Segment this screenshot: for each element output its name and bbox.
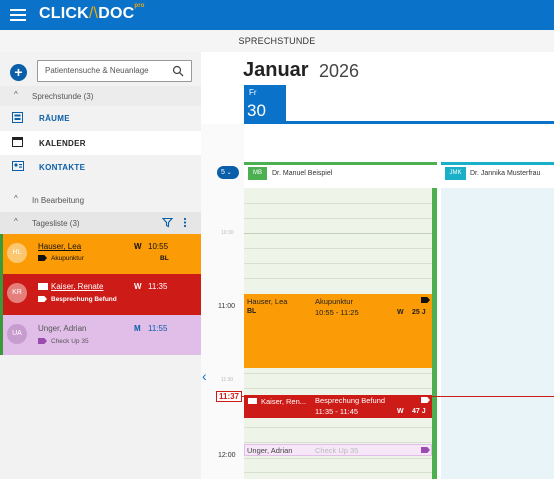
chevron-up-icon: ^ bbox=[14, 217, 18, 226]
card-id-icon bbox=[248, 398, 257, 404]
column-mb-edge bbox=[432, 188, 437, 479]
card-status-bar bbox=[0, 234, 3, 274]
avatar: KR bbox=[7, 283, 27, 303]
card-desc: Besprechung Befund bbox=[51, 296, 117, 303]
month-label: Januar bbox=[243, 59, 309, 81]
menu-icon[interactable] bbox=[10, 7, 26, 23]
sidebar-item-raeume[interactable] bbox=[0, 107, 201, 131]
gridline bbox=[244, 373, 432, 374]
column-initials: MB bbox=[248, 167, 267, 180]
time-label: 11:00 bbox=[218, 303, 235, 310]
chevron-up-icon: ^ bbox=[14, 90, 18, 99]
card-badge: M bbox=[134, 324, 141, 333]
appointment-range: 11:35 - 11:45 bbox=[315, 407, 359, 416]
gridline bbox=[244, 263, 432, 264]
appointment-type: Akupunktur bbox=[315, 297, 353, 306]
more-vertical-icon[interactable] bbox=[182, 217, 188, 228]
section-sprechstunde-label: Sprechstunde (3) bbox=[32, 92, 94, 101]
card-patient-name[interactable]: Kaiser, Renate bbox=[51, 282, 103, 291]
day-abbr: Fr bbox=[249, 88, 257, 97]
gridline bbox=[244, 472, 432, 473]
year-label: 2026 bbox=[319, 61, 360, 81]
column-initials: JMK bbox=[445, 167, 466, 180]
sidebar-item-label: KONTAKTE bbox=[39, 163, 86, 172]
card-badge: W bbox=[134, 242, 142, 251]
column-jmk[interactable] bbox=[441, 162, 554, 479]
days-dropdown[interactable]: 5 ⌄ bbox=[217, 166, 239, 179]
appointment-age: 47 J bbox=[412, 408, 426, 415]
time-label: 11:30 bbox=[221, 377, 234, 383]
gridline bbox=[244, 233, 432, 234]
appointment-name: Unger, Adrian bbox=[247, 446, 293, 455]
current-time-badge: 11:37 bbox=[216, 391, 242, 402]
gridline bbox=[244, 218, 432, 219]
gridline bbox=[244, 203, 432, 204]
add-patient-button[interactable]: + bbox=[10, 64, 27, 81]
card-status-bar bbox=[0, 315, 3, 355]
gridline bbox=[244, 458, 432, 459]
filter-icon[interactable] bbox=[162, 217, 173, 228]
card-time: 11:35 bbox=[148, 282, 168, 291]
sidebar-item-label: RÄUME bbox=[39, 114, 70, 123]
card-status-bar bbox=[0, 274, 3, 315]
gridline bbox=[244, 388, 432, 389]
appointment-code: BL bbox=[247, 308, 257, 315]
collapse-sidebar-icon[interactable]: ‹ bbox=[202, 368, 207, 384]
day-number: 30 bbox=[247, 101, 266, 120]
gridline bbox=[244, 427, 432, 428]
gridline bbox=[244, 442, 432, 443]
card-patient-name[interactable]: Hauser, Lea bbox=[38, 242, 81, 251]
card-id-icon bbox=[38, 283, 48, 290]
chevron-up-icon: ^ bbox=[14, 194, 18, 203]
gridline bbox=[244, 248, 432, 249]
page-title: SPRECHSTUNDE bbox=[238, 36, 316, 46]
contacts-icon bbox=[12, 161, 24, 171]
card-badge: W bbox=[134, 282, 142, 291]
search-placeholder: Patientensuche & Neuanlage bbox=[45, 66, 149, 75]
appointment-age: 25 J bbox=[412, 309, 426, 316]
column-doctor-name: Dr. Manuel Beispiel bbox=[272, 170, 333, 177]
patient-card-hauser[interactable] bbox=[0, 234, 201, 274]
section-in-bearbeitung[interactable] bbox=[0, 190, 201, 210]
card-code: BL bbox=[160, 255, 169, 262]
avatar: UA bbox=[7, 324, 27, 344]
avatar: HL bbox=[7, 243, 27, 263]
appointment-badge: W bbox=[397, 408, 404, 415]
app-logo: CLICK/\DOCpro bbox=[39, 3, 145, 22]
card-desc: Check Up 35 bbox=[51, 338, 89, 345]
section-bearbeitung-label: In Bearbeitung bbox=[32, 196, 85, 205]
appointment-name: Hauser, Lea bbox=[247, 297, 288, 306]
appointment-badge: W bbox=[397, 309, 404, 316]
time-label: 12:00 bbox=[218, 452, 236, 459]
column-doctor-name: Dr. Jannika Musterfrau bbox=[470, 170, 541, 177]
day-underline bbox=[244, 121, 554, 124]
patient-card-kaiser[interactable] bbox=[0, 274, 201, 315]
calendar-icon bbox=[12, 137, 23, 147]
appointment-type: Besprechung Befund bbox=[315, 396, 386, 405]
patient-card-unger[interactable] bbox=[0, 315, 201, 355]
appointment-range: 10:55 - 11:25 bbox=[315, 308, 359, 317]
rooms-icon bbox=[12, 112, 23, 123]
appointment-name: Kaiser, Ren... bbox=[261, 397, 307, 406]
section-sprechstunde[interactable] bbox=[0, 86, 201, 106]
card-time: 11:55 bbox=[148, 324, 168, 333]
sidebar-item-kalender[interactable] bbox=[0, 131, 201, 155]
card-patient-name[interactable]: Unger, Adrian bbox=[38, 324, 86, 333]
sidebar-item-label: KALENDER bbox=[39, 139, 86, 148]
time-label: 10:30 bbox=[221, 230, 234, 236]
section-tagesliste-label: Tagesliste (3) bbox=[32, 219, 80, 228]
search-icon[interactable] bbox=[172, 65, 184, 77]
card-time: 10:55 bbox=[148, 242, 169, 251]
sidebar-item-kontakte[interactable] bbox=[0, 155, 201, 179]
card-desc: Akupunktur bbox=[51, 255, 84, 262]
appointment-type: Check Up 35 bbox=[315, 446, 359, 455]
gridline bbox=[244, 278, 432, 279]
